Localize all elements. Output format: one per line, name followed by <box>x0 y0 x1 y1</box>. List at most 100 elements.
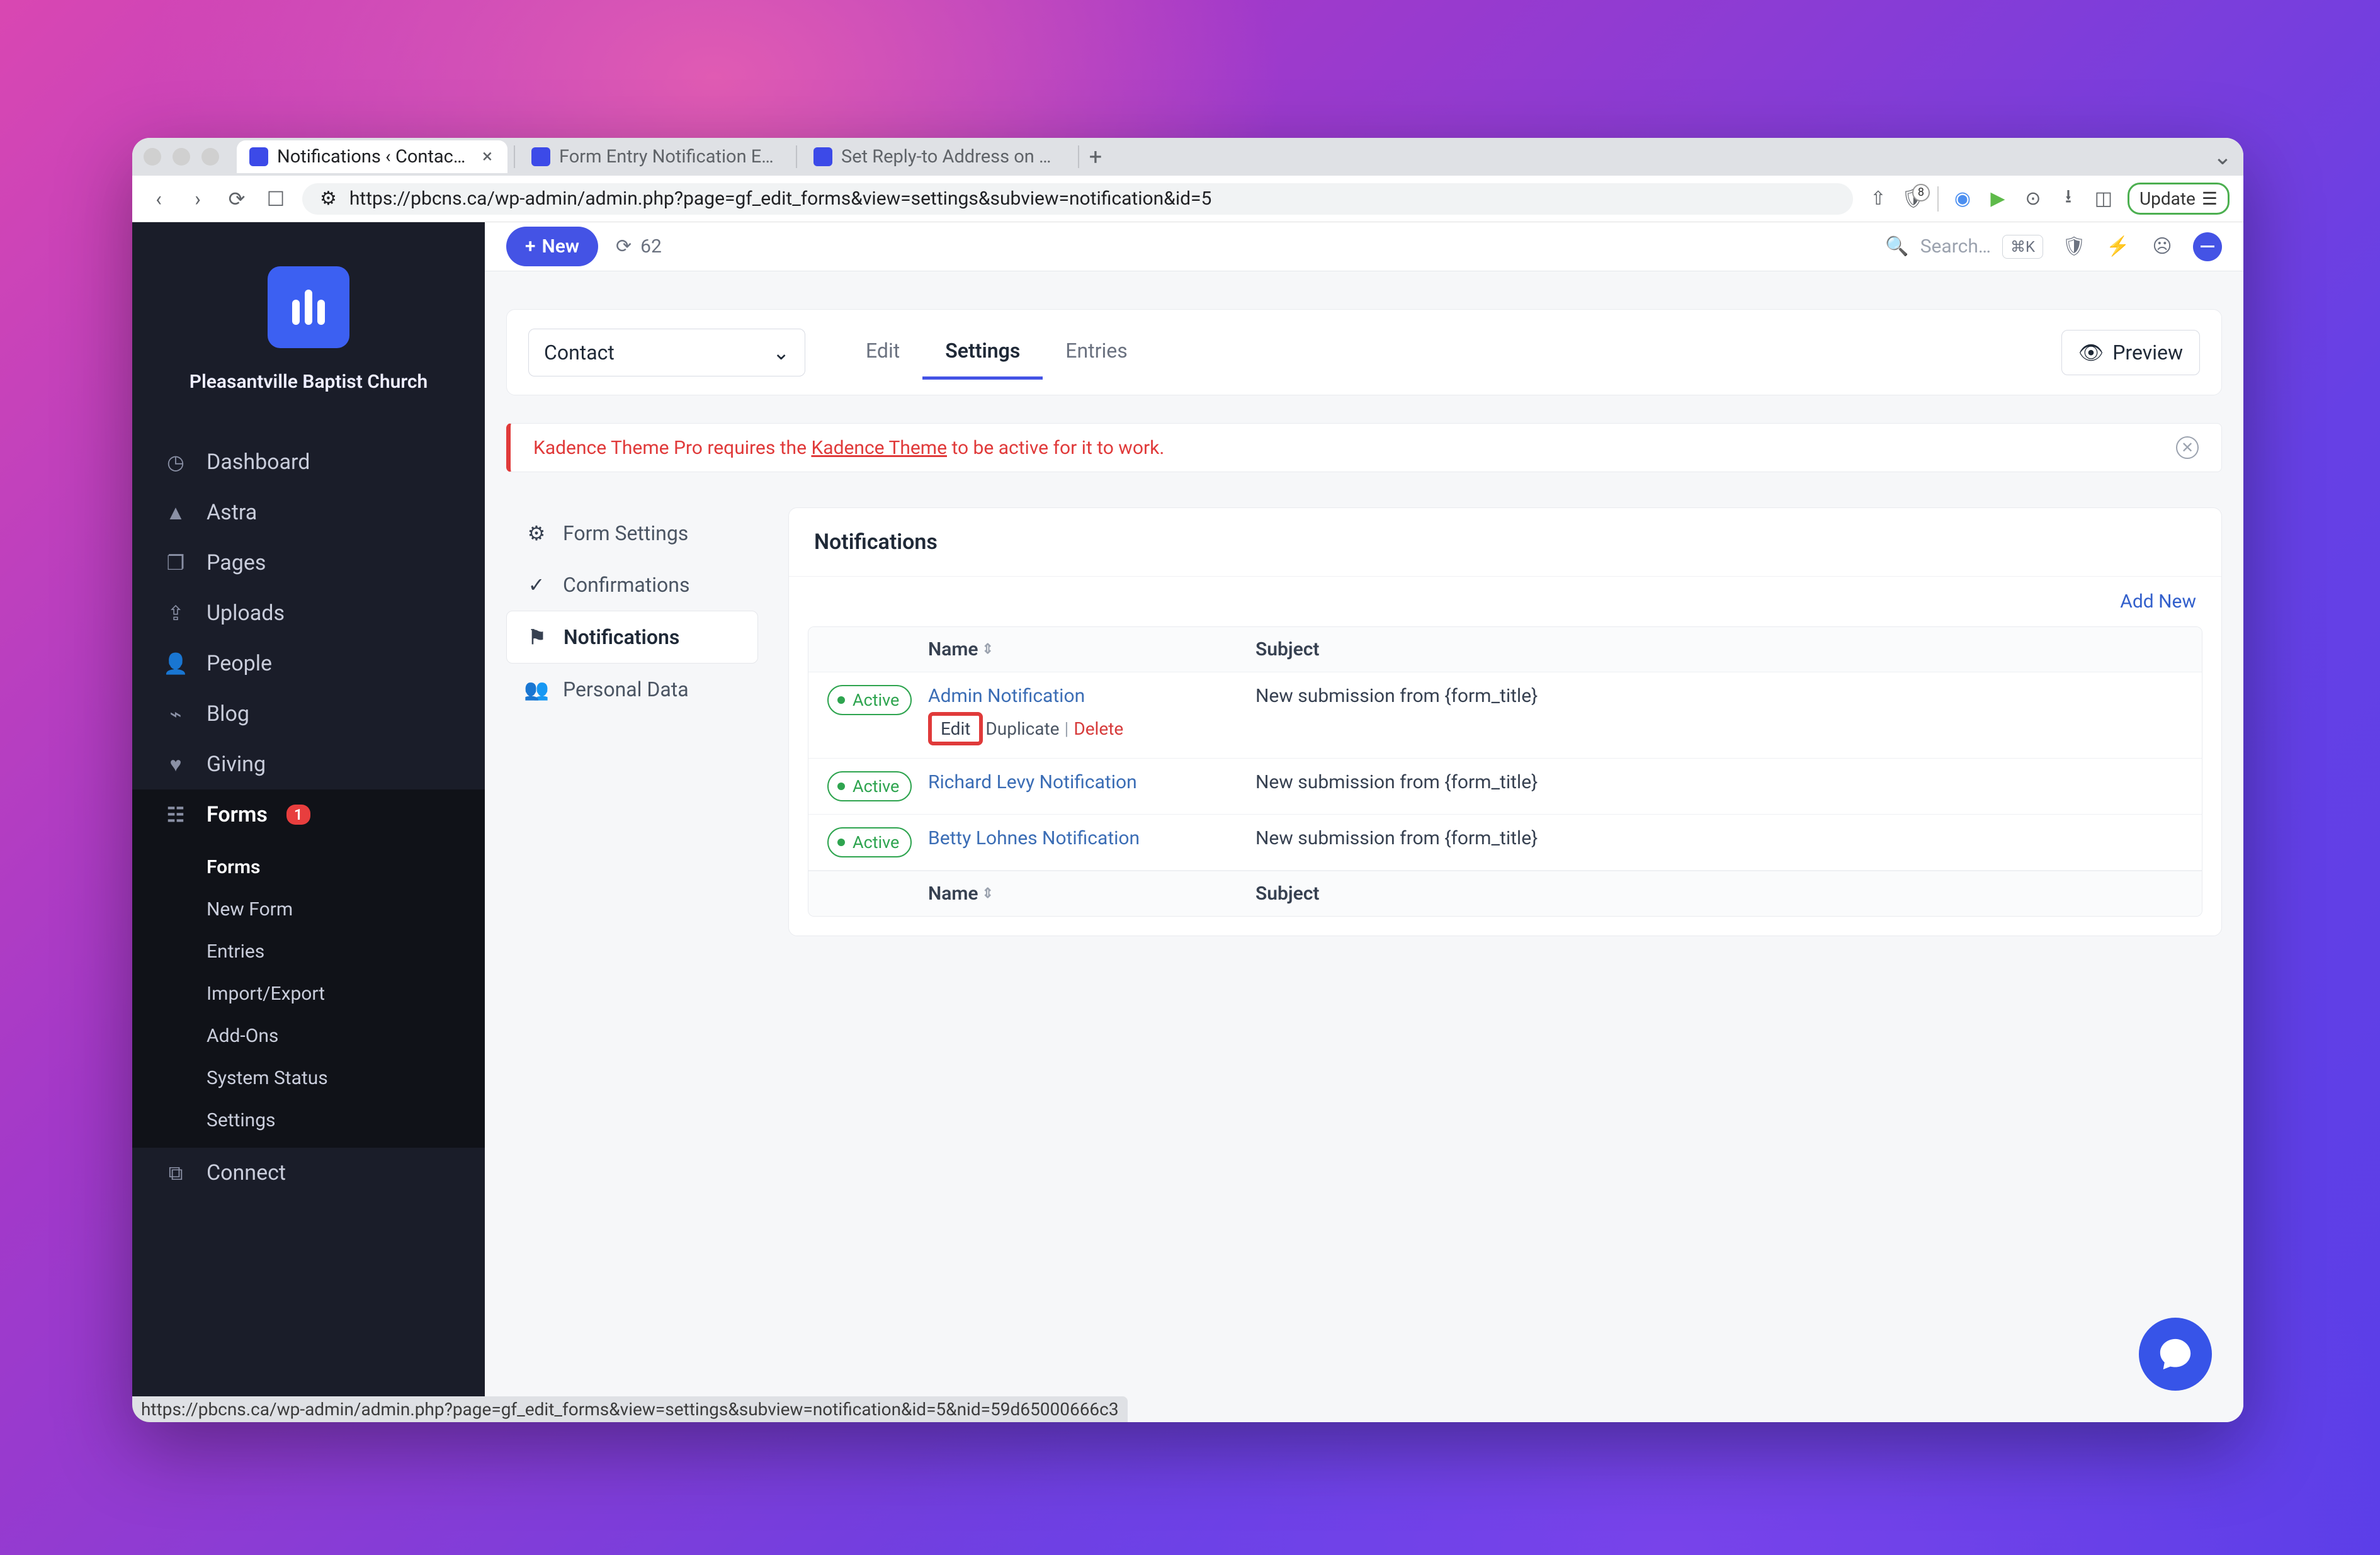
sidebar-item-people[interactable]: 👤People <box>132 638 485 689</box>
giving-icon: ♥ <box>164 752 188 776</box>
new-button[interactable]: +New <box>506 227 598 266</box>
shield-icon[interactable]: 🛡 <box>2061 234 2087 260</box>
new-tab-button[interactable]: + <box>1083 144 1108 170</box>
admin-sidebar: Pleasantville Baptist Church ◷Dashboard … <box>132 222 485 1422</box>
url-bar: ‹ › ⟳ ☐ ⚙ https://pbcns.ca/wp-admin/admi… <box>132 176 2243 222</box>
sidebar-item-connect[interactable]: ⧉Connect <box>132 1148 485 1198</box>
alert-link[interactable]: Kadence Theme <box>811 437 947 459</box>
tab-title: Set Reply-to Address on Notificat <box>841 146 1059 167</box>
sort-icon[interactable]: ⇕ <box>982 642 994 657</box>
forward-button[interactable]: › <box>185 186 210 212</box>
bookmark-icon[interactable]: ☐ <box>263 186 288 212</box>
tab-edit[interactable]: Edit <box>843 325 922 380</box>
search-input[interactable]: 🔍 Search… ⌘K <box>1885 235 2043 259</box>
update-button[interactable]: Update ☰ <box>2128 183 2230 215</box>
tab-title: Notifications ‹ Contact ‹ Form <box>277 146 471 167</box>
settings-nav-personaldata[interactable]: 👥Personal Data <box>506 664 758 715</box>
close-icon[interactable]: × <box>480 149 495 164</box>
sidebar-sub-entries[interactable]: Entries <box>132 930 485 973</box>
sidebar-item-astra[interactable]: ▲Astra <box>132 487 485 538</box>
edit-link[interactable]: Edit <box>928 712 983 745</box>
window-controls[interactable] <box>144 148 219 166</box>
count-badge: 1 <box>286 805 310 825</box>
status-badge[interactable]: Active <box>827 827 912 857</box>
delete-link[interactable]: Delete <box>1074 718 1123 739</box>
sidebar-sub-forms[interactable]: Forms <box>132 846 485 888</box>
duplicate-link[interactable]: Duplicate <box>985 718 1059 739</box>
preview-button[interactable]: 👁 Preview <box>2061 330 2200 375</box>
extension-icon[interactable]: ⊙ <box>2022 188 2044 210</box>
sidebar-submenu: Forms New Form Entries Import/Export Add… <box>132 840 485 1148</box>
sidebar-item-forms[interactable]: ☷Forms1 <box>132 789 485 840</box>
sort-icon[interactable]: ⇕ <box>982 886 994 902</box>
subject-cell: New submission from {form_title} <box>1255 827 2183 849</box>
favicon-icon <box>249 147 268 166</box>
help-icon[interactable]: ☹ <box>2149 234 2175 260</box>
warning-alert: Kadence Theme Pro requires the Kadence T… <box>506 423 2222 472</box>
astra-icon: ▲ <box>164 500 188 524</box>
table-row: Active Richard Levy Notification New sub… <box>808 759 2202 815</box>
notification-name-link[interactable]: Richard Levy Notification <box>928 771 1137 793</box>
settings-nav-notifications[interactable]: ⚑Notifications <box>506 611 758 664</box>
browser-tab-bar: Notifications ‹ Contact ‹ Form × Form En… <box>132 138 2243 176</box>
browser-tab[interactable]: Set Reply-to Address on Notificat <box>801 140 1072 173</box>
back-button[interactable]: ‹ <box>146 186 171 212</box>
sidebar-item-uploads[interactable]: ⇪Uploads <box>132 588 485 638</box>
menu-icon: ☰ <box>2202 188 2218 209</box>
bolt-icon[interactable]: ⚡ <box>2105 234 2131 260</box>
table-row: Active Admin Notification Edit Duplicate… <box>808 672 2202 759</box>
sidebar-sub-settings[interactable]: Settings <box>132 1099 485 1141</box>
sidebar-item-dashboard[interactable]: ◷Dashboard <box>132 437 485 487</box>
notification-name-link[interactable]: Betty Lohnes Notification <box>928 827 1140 849</box>
browser-tab[interactable]: Form Entry Notification Emails | D <box>519 140 790 173</box>
settings-nav-formsettings[interactable]: ⚙Form Settings <box>506 507 758 559</box>
form-selector[interactable]: Contact ⌄ <box>528 329 805 376</box>
site-logo[interactable] <box>268 266 349 348</box>
subject-cell: New submission from {form_title} <box>1255 685 2183 707</box>
reload-button[interactable]: ⟳ <box>224 186 249 212</box>
download-icon[interactable]: ⭳ <box>2057 188 2080 210</box>
sidebar-sub-systemstatus[interactable]: System Status <box>132 1057 485 1099</box>
sidebar-item-pages[interactable]: ❐Pages <box>132 538 485 588</box>
status-badge[interactable]: Active <box>827 771 912 801</box>
extension-icon[interactable]: ◉ <box>1951 188 1974 210</box>
notifications-table: Name⇕ Subject Active Admin Notification … <box>808 626 2202 917</box>
connect-icon: ⧉ <box>164 1161 188 1185</box>
top-bar: +New ⟳62 🔍 Search… ⌘K 🛡 ⚡ ☹ <box>485 222 2243 271</box>
chat-button[interactable] <box>2139 1318 2212 1391</box>
chevron-down-icon[interactable]: ⌄ <box>2213 144 2232 170</box>
sidebar-item-giving[interactable]: ♥Giving <box>132 739 485 789</box>
search-icon: 🔍 <box>1885 235 1908 257</box>
browser-tab-active[interactable]: Notifications ‹ Contact ‹ Form × <box>237 140 507 173</box>
notification-name-link[interactable]: Admin Notification <box>928 685 1085 707</box>
refresh-count[interactable]: ⟳62 <box>616 235 662 257</box>
sidebar-sub-newform[interactable]: New Form <box>132 888 485 930</box>
site-settings-icon[interactable]: ⚙ <box>320 188 337 210</box>
chevron-down-icon: ⌄ <box>773 341 790 365</box>
settings-nav-confirmations[interactable]: ✓Confirmations <box>506 559 758 611</box>
close-icon[interactable]: ✕ <box>2176 436 2199 459</box>
tab-entries[interactable]: Entries <box>1043 325 1150 380</box>
add-new-link[interactable]: Add New <box>2120 591 2196 613</box>
shield-icon[interactable]: 🛡 <box>1902 188 1925 210</box>
extension-icon[interactable]: ▶ <box>1986 188 2009 210</box>
sidebar-icon[interactable]: ◫ <box>2092 188 2115 210</box>
browser-window: Notifications ‹ Contact ‹ Form × Form En… <box>132 138 2243 1422</box>
share-icon[interactable]: ⇧ <box>1867 188 1890 210</box>
tab-title: Form Entry Notification Emails | D <box>559 146 777 167</box>
tab-settings[interactable]: Settings <box>922 325 1043 380</box>
sidebar-sub-addons[interactable]: Add-Ons <box>132 1015 485 1057</box>
user-menu[interactable] <box>2193 232 2222 261</box>
status-badge[interactable]: Active <box>827 685 912 715</box>
people-icon: 👤 <box>164 652 188 676</box>
url-input[interactable]: ⚙ https://pbcns.ca/wp-admin/admin.php?pa… <box>302 183 1853 215</box>
refresh-icon: ⟳ <box>616 235 632 257</box>
check-circle-icon: ✓ <box>525 574 548 596</box>
kbd-shortcut: ⌘K <box>2002 235 2043 259</box>
sidebar-sub-importexport[interactable]: Import/Export <box>132 973 485 1015</box>
site-name: Pleasantville Baptist Church <box>132 371 485 393</box>
plus-icon: + <box>525 235 536 257</box>
row-actions: Edit Duplicate | Delete <box>928 712 1255 745</box>
chat-icon <box>2157 1336 2194 1372</box>
sidebar-item-blog[interactable]: ⌁Blog <box>132 689 485 739</box>
